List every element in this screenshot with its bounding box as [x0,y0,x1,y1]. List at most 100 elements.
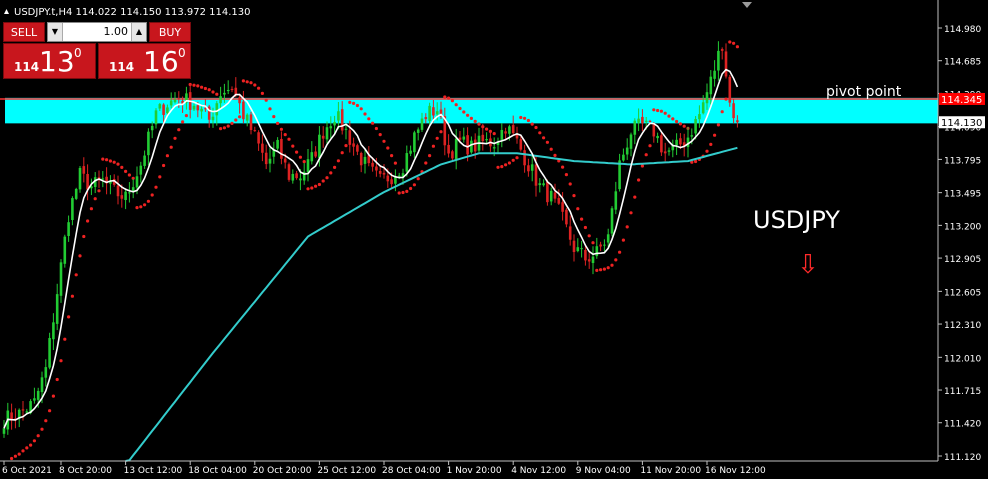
candle-body [382,172,386,175]
candle-body [253,130,257,132]
candle-body [261,143,264,153]
sar-dot [602,267,607,271]
sar-dot [447,96,451,100]
candle-body [363,156,367,164]
sar-dot [215,92,219,96]
candle-body [500,129,504,140]
sar-dot [55,377,59,382]
candle-body [458,137,462,140]
candle-body [352,143,355,147]
candle-body [226,89,230,92]
time-tick-label: 25 Oct 12:00 [317,466,376,476]
lot-increase-arrow-icon[interactable]: ▲ [131,23,146,41]
buy-quote-point: 0 [178,46,186,60]
candle-body [348,130,352,145]
buy-button[interactable]: BUY [149,22,191,42]
lot-size-value[interactable]: 1.00 [64,23,130,41]
candle-body [454,138,458,160]
candle-body [614,191,618,210]
sar-dot [610,263,614,267]
candle-body [299,178,302,181]
candle-body [295,173,298,179]
candle-body [321,135,325,139]
sar-dot [36,434,40,438]
sar-dot [340,151,344,155]
candle-body [33,398,36,401]
candle-body [432,107,435,116]
sar-dot [652,108,656,112]
sell-quote-button[interactable]: 114 13 0 [3,43,96,79]
sar-dot [599,268,603,272]
candle-body [534,164,538,186]
candle-body [135,176,139,188]
candle-body [344,128,348,130]
sar-dot [618,250,622,254]
lot-size-input[interactable]: ▼ 1.00 ▲ [47,22,147,42]
candle-body [473,139,477,152]
price-tick-label: 112.905 [944,255,981,265]
candle-body [679,138,682,145]
sar-dot [477,122,481,126]
sar-dot [325,176,329,180]
sar-dot [222,126,226,130]
candle-body [466,135,469,155]
sar-dot [713,133,717,137]
sar-dot [485,127,489,131]
sar-dot [374,126,378,131]
candle-body [280,138,283,159]
candle-body [230,88,234,90]
sar-dot [207,88,211,92]
sar-dot [112,160,116,164]
sar-dot [154,185,158,189]
candle-body [124,191,127,201]
candle-body [713,70,716,79]
candle-body [435,111,439,115]
candle-body [553,192,557,199]
sar-dot [728,40,732,44]
candle-body [356,145,359,152]
sell-button[interactable]: SELL [3,22,45,42]
price-tick-label: 113.495 [944,190,981,200]
candle-body [147,131,150,156]
candle-body [698,114,701,120]
sar-dot [40,427,44,431]
candle-body [192,105,196,110]
sar-dot [561,165,565,169]
candle-body [55,294,59,324]
candle-body [667,150,671,152]
sar-dot [181,120,185,124]
sar-dot [184,114,188,118]
sar-dot [192,83,196,87]
candle-body [405,153,409,172]
sar-dot [629,211,633,215]
pivot-point-label: pivot point [826,84,902,100]
sar-dot [17,452,21,456]
candle-body [276,139,279,149]
candle-body [485,139,488,141]
sar-dot [504,163,508,167]
buy-quote-button[interactable]: 114 16 0 [98,43,191,79]
candle-body [242,101,245,120]
sar-dot [538,131,542,135]
sar-dot [329,171,333,175]
sar-dot [724,97,728,101]
sar-dot [200,85,204,89]
current-price-label: 114.130 [941,118,982,129]
candle-body [641,116,644,124]
sar-dot [355,103,359,108]
sar-dot [390,154,394,158]
candle-body [390,179,393,185]
sar-dot [564,173,569,177]
sar-dot [291,144,295,148]
sar-dot [135,206,139,210]
candle-body [2,428,6,434]
time-tick-label: 20 Oct 20:00 [253,466,312,476]
sar-dot [424,161,428,165]
sar-dot [74,273,78,277]
sar-dot [526,118,531,123]
lot-decrease-arrow-icon[interactable]: ▼ [48,23,63,41]
candle-body [420,118,424,130]
sar-dot [32,439,37,443]
candle-body [59,262,63,296]
candle-body [633,120,637,135]
